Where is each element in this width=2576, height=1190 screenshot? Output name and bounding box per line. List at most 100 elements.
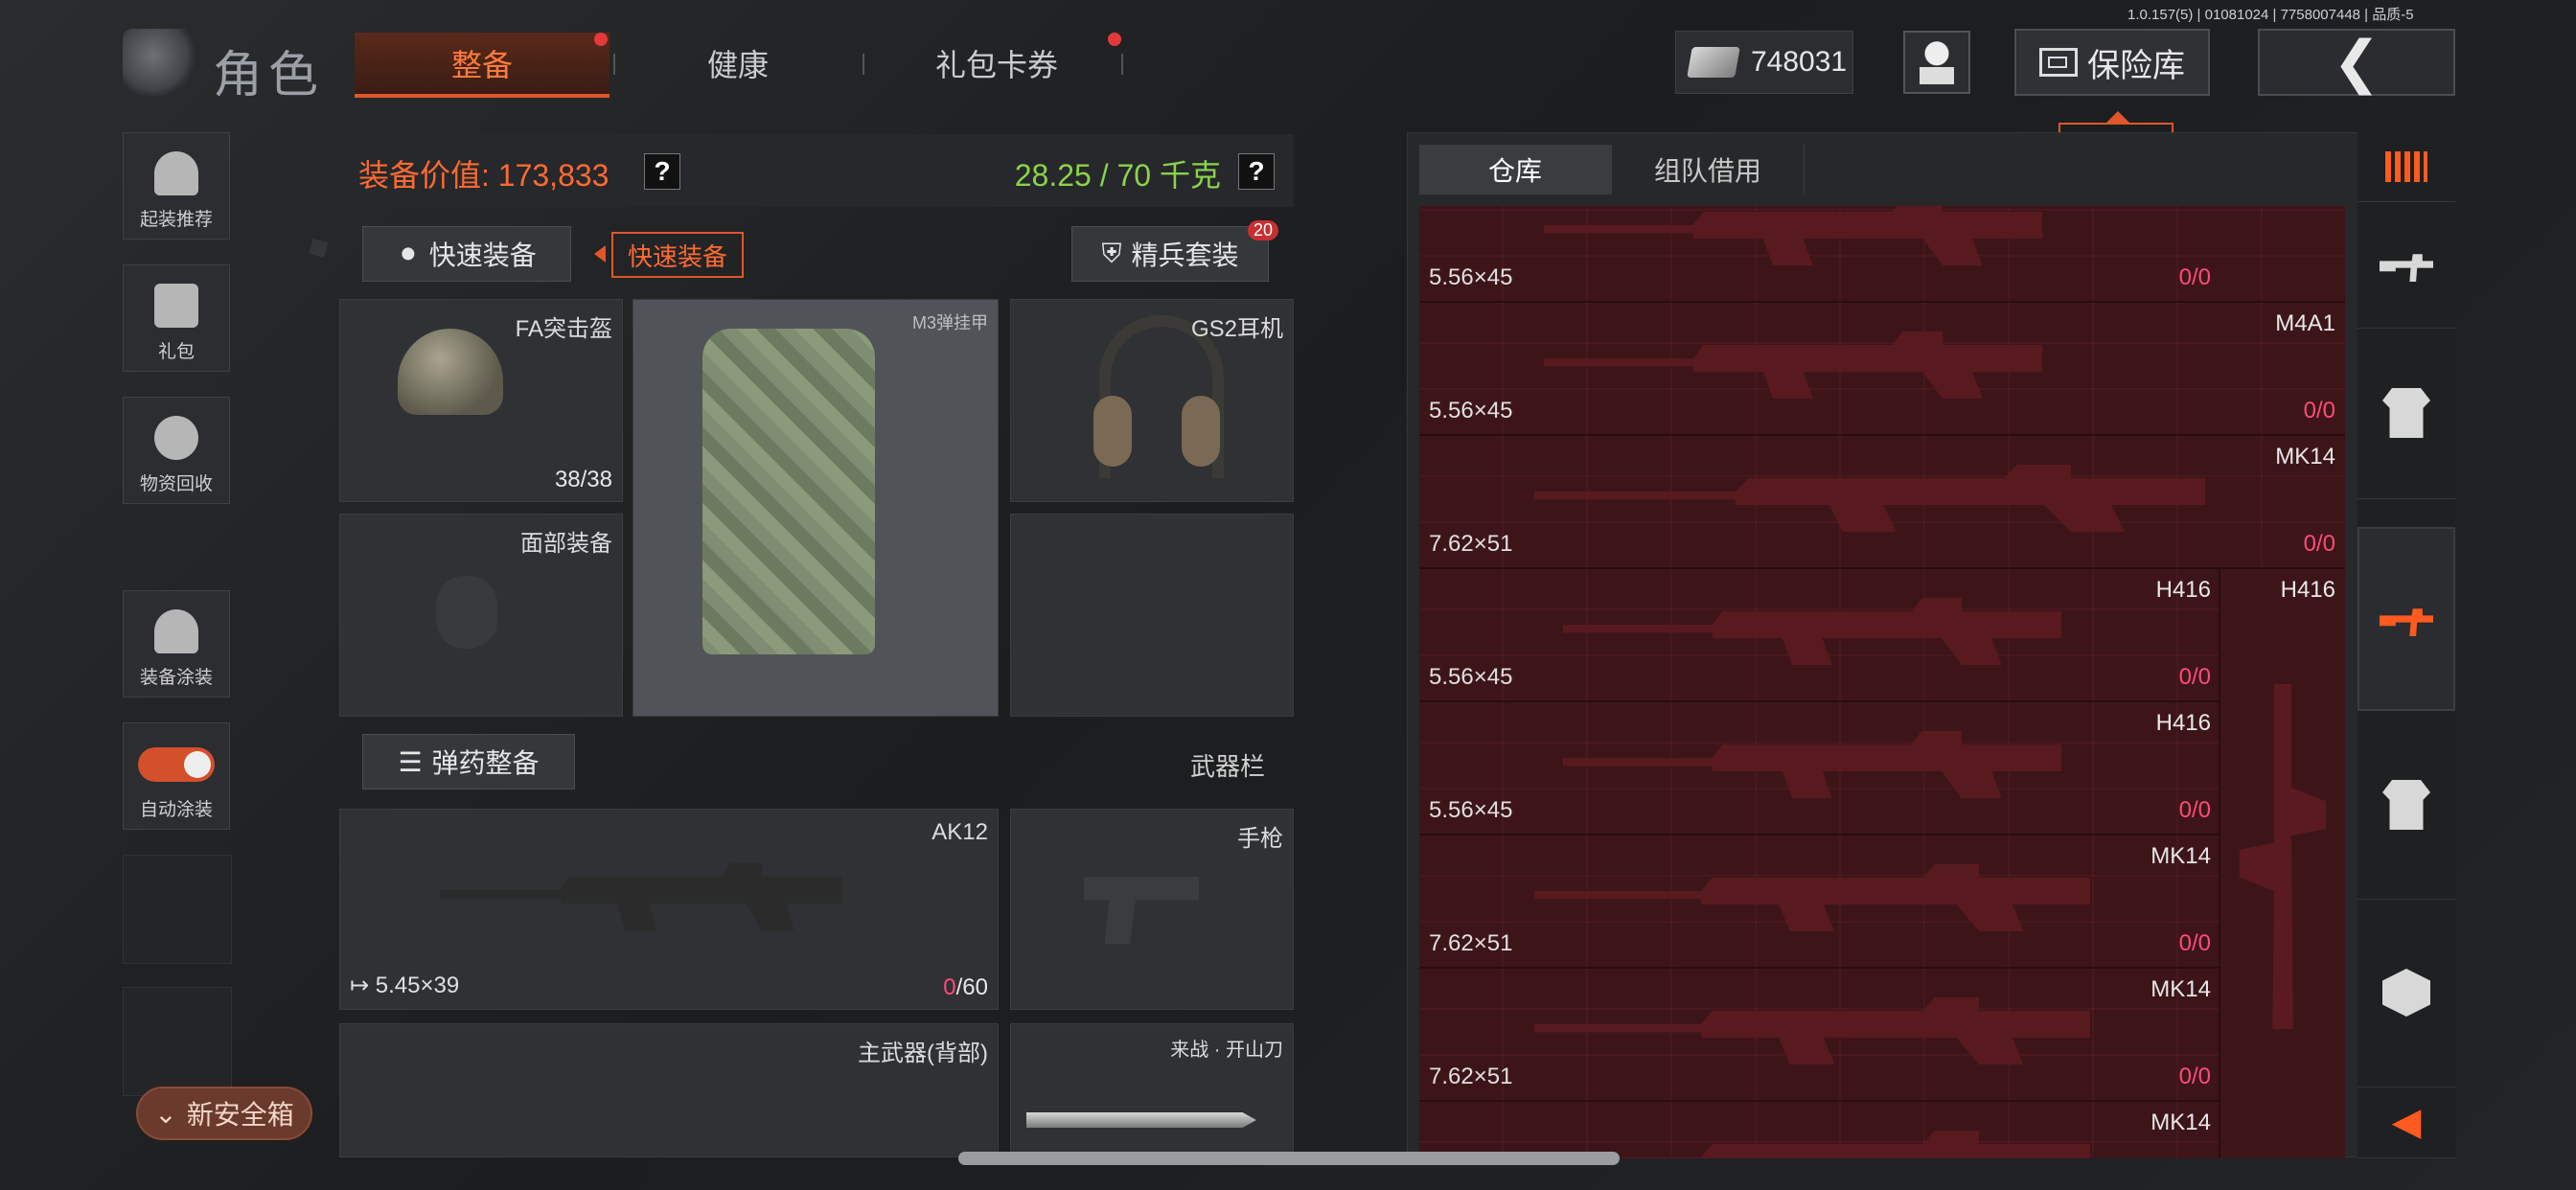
category-armor[interactable] — [2358, 711, 2455, 900]
item-count: 0/0 — [2304, 398, 2335, 424]
helmet-slot[interactable]: FA突击盔 38/38 — [339, 299, 623, 502]
sidebar-item-recycle[interactable]: 物资回收 — [123, 397, 230, 504]
empty-gear-slot[interactable] — [1010, 514, 1294, 717]
divider — [862, 54, 864, 75]
item-caliber: 7.62×51 — [1429, 930, 1513, 956]
chevron-left-icon: ❮ — [2332, 30, 2381, 94]
help-icon[interactable]: ? — [644, 153, 680, 190]
inventory-grid-lower: H416 5.56×45 0/0 H416 5.56×45 0/0 MK14 7… — [1419, 569, 2220, 1158]
inventory-item-vertical[interactable]: H416 — [2219, 569, 2345, 1158]
notification-dot — [1108, 33, 1121, 46]
category-rifle-active[interactable] — [2358, 527, 2455, 711]
inventory-item[interactable]: 5.56×45 0/0 — [1419, 206, 2345, 303]
inventory-item[interactable]: MK14 — [1419, 1102, 2220, 1158]
help-glyph: ? — [1248, 156, 1265, 186]
tab-team-borrow[interactable]: 组队借用 — [1612, 145, 1805, 195]
elite-kit-button[interactable]: ⛨ 精兵套装 — [1071, 226, 1269, 282]
operator-button[interactable] — [1903, 31, 1970, 94]
gas-mask-icon — [436, 576, 497, 649]
sidebar-item-label: 自动涂装 — [139, 800, 213, 820]
melee-slot[interactable]: 来战 · 开山刀 — [1010, 1023, 1294, 1157]
help-icon[interactable]: ? — [1238, 153, 1275, 190]
inventory-item[interactable]: H416 5.56×45 0/0 — [1419, 702, 2220, 835]
helmet-name: FA突击盔 — [515, 316, 612, 342]
vest-slot[interactable]: M3弹挂甲 — [632, 299, 999, 717]
sidebar-item-auto-paint[interactable]: 自动涂装 — [123, 722, 230, 830]
elite-kit-badge: 20 — [1248, 220, 1279, 240]
cash-icon — [1687, 47, 1740, 78]
equipment-value: 装备价值: 173,833 — [358, 158, 610, 193]
rifle-icon — [1544, 332, 2042, 399]
pistol-slot[interactable]: 手枪 — [1010, 809, 1294, 1010]
arrow-left-icon: ◀ — [2391, 1101, 2422, 1143]
version-info: 1.0.157(5) | 01081024 | 7758007448 | 品质-… — [2128, 7, 2414, 23]
sidebar-item-recommended[interactable]: 起装推荐 — [123, 132, 230, 240]
rifle-icon — [2380, 254, 2433, 282]
shirt-icon: ⚫ — [397, 239, 420, 269]
count-total: /0 — [2315, 531, 2335, 557]
elite-kit-label: 精兵套装 — [1131, 240, 1239, 270]
page-title: 角色 — [213, 48, 325, 103]
sidebar-item-gift[interactable]: 礼包 — [123, 264, 230, 372]
weight-value: 28.25 / 70 千克 — [1014, 158, 1221, 193]
category-rail: ◀ — [2358, 132, 2455, 1158]
collapse-button[interactable]: ◀ — [2358, 1087, 2455, 1158]
ammo-button[interactable]: ☰ 弹药整备 — [362, 734, 575, 790]
quick-equip-button[interactable]: ⚫ 快速装备 — [362, 226, 571, 282]
rifle-icon — [1563, 598, 2061, 665]
currency-amount: 748031 — [1751, 46, 1848, 78]
headset-name: GS2耳机 — [1190, 316, 1283, 342]
inventory-item[interactable]: H416 5.56×45 0/0 — [1419, 569, 2220, 702]
ammo-current: 0 — [943, 974, 956, 1000]
currency-display[interactable]: 748031 — [1675, 31, 1853, 94]
count-total: /0 — [2191, 264, 2211, 290]
item-name: MK14 — [2150, 1110, 2211, 1135]
vault-button[interactable]: 保险库 — [2014, 29, 2210, 96]
count-current: 0 — [2178, 797, 2192, 823]
auto-paint-toggle[interactable] — [138, 747, 215, 782]
category-armor[interactable] — [2358, 328, 2455, 499]
rifle-icon — [1563, 731, 2061, 798]
primary-weapon-name: AK12 — [932, 819, 988, 845]
tab-label: 整备 — [450, 48, 513, 82]
quick-equip-tooltip: 快速装备 — [594, 232, 744, 278]
back-button[interactable]: ❮ — [2258, 29, 2455, 96]
count-current: 0 — [2303, 531, 2316, 557]
item-caliber: 7.62×51 — [1429, 1064, 1513, 1089]
count-total: /0 — [2191, 664, 2211, 690]
rifle-icon — [440, 863, 842, 930]
face-slot-name: 面部装备 — [520, 531, 612, 557]
category-rifle[interactable] — [2358, 201, 2455, 329]
help-glyph: ? — [654, 156, 671, 186]
inventory-item[interactable]: MK14 7.62×51 0/0 — [1419, 436, 2345, 569]
inventory-item[interactable]: MK14 7.62×51 0/0 — [1419, 969, 2220, 1102]
sidebar-item-paint[interactable]: 装备涂装 — [123, 590, 230, 698]
map-logo-icon — [123, 29, 199, 96]
category-box[interactable] — [2358, 899, 2455, 1087]
recycle-icon — [154, 416, 198, 460]
tab-warehouse[interactable]: 仓库 — [1419, 145, 1612, 195]
tab-label: 仓库 — [1487, 156, 1542, 186]
gift-icon — [154, 284, 198, 328]
item-count: 0/0 — [2179, 664, 2211, 691]
tab-label: 礼包卡券 — [934, 48, 1058, 82]
inventory-item[interactable]: M4A1 5.56×45 0/0 — [1419, 303, 2345, 436]
tab-loadout[interactable]: 整备 — [355, 33, 610, 98]
melee-name: 来战 · 开山刀 — [1170, 1040, 1283, 1061]
headset-slot[interactable]: GS2耳机 — [1010, 299, 1294, 502]
chevron-down-icon: ⌄ — [154, 1098, 177, 1129]
sidebar-item-label: 起装推荐 — [139, 210, 213, 230]
count-total: /0 — [2191, 797, 2211, 823]
sort-button[interactable] — [2358, 132, 2455, 202]
horizontal-scrollbar[interactable] — [958, 1152, 1620, 1165]
safebox-button[interactable]: ⌄ 新安全箱 — [136, 1087, 312, 1140]
face-slot[interactable]: 面部装备 — [339, 514, 623, 717]
tab-health[interactable]: 健康 — [632, 33, 843, 94]
back-weapon-slot[interactable]: 主武器(背部) — [339, 1023, 999, 1157]
item-caliber: 5.56×45 — [1429, 664, 1513, 690]
tab-label: 组队借用 — [1653, 156, 1761, 186]
inventory-item[interactable]: MK14 7.62×51 0/0 — [1419, 835, 2220, 969]
primary-weapon-slot[interactable]: AK12 ↦ 5.45×39 0/60 — [339, 809, 999, 1010]
empty-sidebar-slot — [123, 987, 232, 1096]
tab-gift-coupons[interactable]: 礼包卡券 — [882, 33, 1112, 94]
